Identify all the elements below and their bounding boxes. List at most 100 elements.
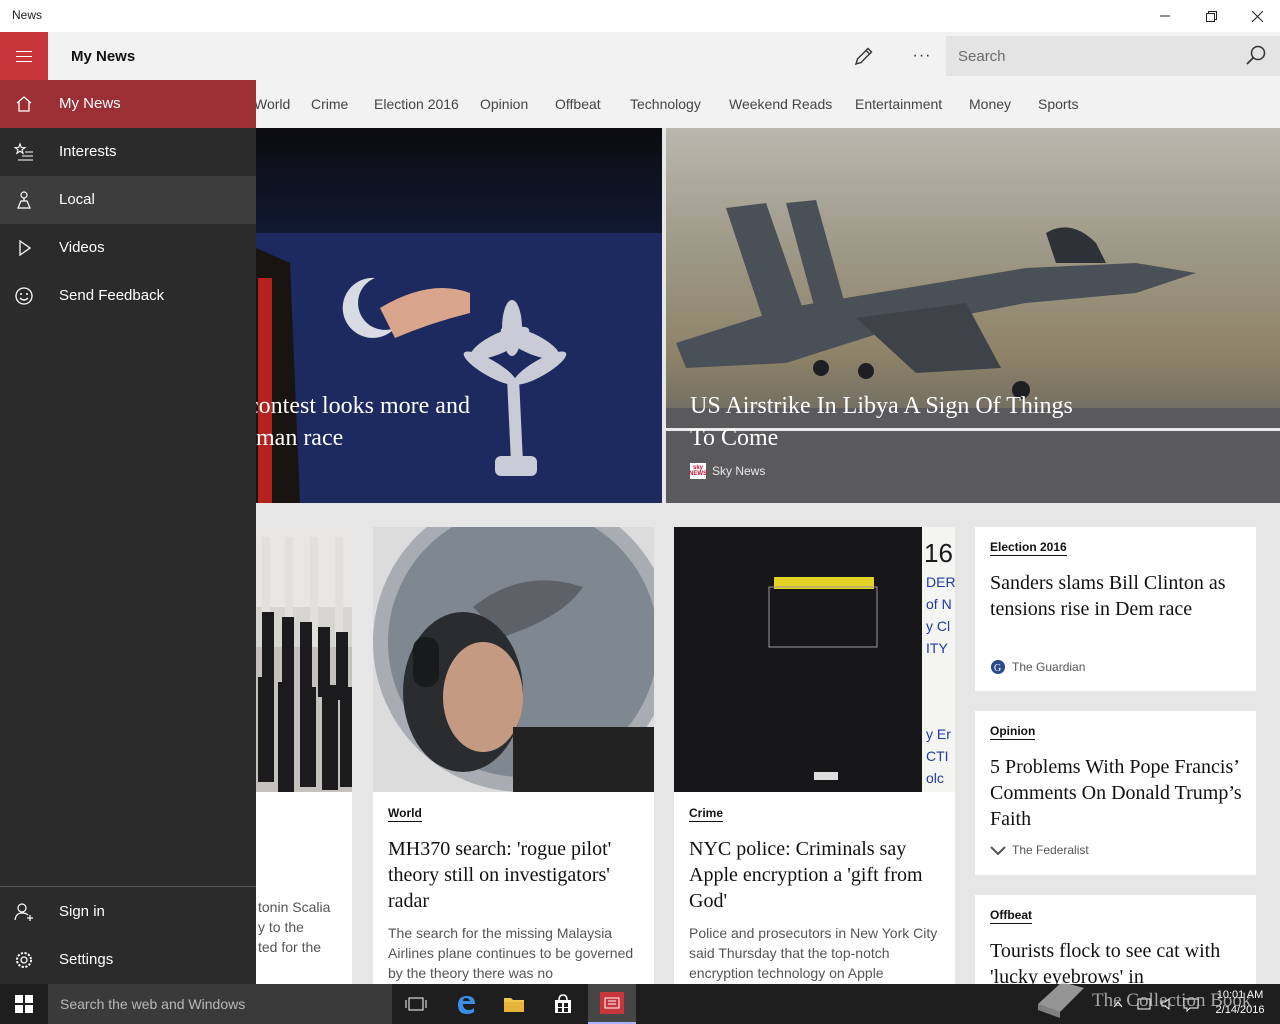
hero-1-title: contest looks more and -man race bbox=[248, 390, 470, 454]
story-card-pope[interactable]: Opinion 5 Problems With Pope Francis’ Co… bbox=[975, 711, 1256, 875]
card-1-title: MH370 search: 'rogue pilot' theory still… bbox=[388, 838, 612, 912]
category-world[interactable]: World bbox=[254, 96, 290, 112]
card-2-desc: Police and prosecutors in New York City … bbox=[689, 925, 938, 981]
category-opinion[interactable]: Opinion bbox=[480, 96, 528, 112]
svg-text:y Cl: y Cl bbox=[926, 618, 950, 634]
folder-icon bbox=[504, 998, 524, 1012]
nav-my-news[interactable]: My News bbox=[0, 80, 256, 128]
watermark-text: The Collection Book bbox=[1092, 990, 1252, 1011]
svg-text:y Er: y Er bbox=[926, 726, 951, 742]
file-explorer-button[interactable] bbox=[490, 984, 538, 1024]
category-money[interactable]: Money bbox=[969, 96, 1011, 112]
edge-icon bbox=[458, 996, 475, 1014]
edge-button[interactable] bbox=[442, 984, 490, 1024]
news-icon bbox=[600, 992, 624, 1014]
svg-text:ITY: ITY bbox=[926, 640, 948, 656]
story-card-cat[interactable]: Offbeat Tourists flock to see cat with '… bbox=[975, 895, 1256, 984]
card-5-tag[interactable]: Offbeat bbox=[990, 908, 1032, 924]
nav-label: Interests bbox=[59, 143, 117, 160]
category-weekend-reads[interactable]: Weekend Reads bbox=[729, 96, 832, 112]
card-1-image bbox=[373, 527, 654, 792]
category-technology[interactable]: Technology bbox=[630, 96, 701, 112]
store-button[interactable] bbox=[539, 984, 587, 1024]
nav-local[interactable]: Local bbox=[0, 176, 256, 224]
pane-divider bbox=[0, 886, 256, 887]
card-0-desc: tonin Scalia y to the ted for the bbox=[258, 899, 331, 955]
card-3-source-name: The Guardian bbox=[1012, 660, 1086, 674]
story-card-sanders[interactable]: Election 2016 Sanders slams Bill Clinton… bbox=[975, 527, 1256, 691]
card-5-title: Tourists flock to see cat with 'lucky ey… bbox=[990, 940, 1221, 984]
window-title: News bbox=[12, 8, 43, 22]
card-4-title: 5 Problems With Pope Francis’ Comments O… bbox=[990, 756, 1242, 830]
book-watermark-icon bbox=[1038, 982, 1084, 1018]
hero-1-title-line: contest looks more and bbox=[248, 393, 470, 419]
navigation-pane: My News Interests Local Videos Send Feed… bbox=[0, 80, 256, 984]
title-bar: News bbox=[0, 0, 1280, 32]
search-input[interactable] bbox=[946, 36, 1236, 76]
card-4-source: The Federalist bbox=[990, 843, 1089, 857]
card-1-tag[interactable]: World bbox=[388, 806, 422, 822]
close-button[interactable] bbox=[1234, 0, 1280, 32]
nav-settings[interactable]: Settings bbox=[0, 936, 256, 984]
nav-send-feedback[interactable]: Send Feedback bbox=[0, 272, 256, 320]
svg-text:of N: of N bbox=[926, 596, 952, 612]
category-offbeat[interactable]: Offbeat bbox=[555, 96, 601, 112]
smiley-icon bbox=[15, 287, 33, 305]
card-4-source-name: The Federalist bbox=[1012, 843, 1089, 857]
gear-icon bbox=[16, 952, 32, 968]
windows-logo-icon bbox=[15, 995, 33, 1013]
card-4-tag[interactable]: Opinion bbox=[990, 724, 1036, 740]
story-card-mh370[interactable]: World MH370 search: 'rogue pilot' theory… bbox=[373, 527, 654, 984]
app-header: My News ··· bbox=[0, 32, 1280, 80]
restore-button[interactable] bbox=[1188, 0, 1234, 32]
task-view-icon bbox=[405, 997, 427, 1011]
task-view-button[interactable] bbox=[392, 984, 440, 1024]
card-1-desc: The search for the missing Malaysia Airl… bbox=[388, 925, 634, 981]
page-title: My News bbox=[71, 48, 136, 65]
federalist-logo-icon bbox=[990, 846, 1006, 855]
nav-sign-in[interactable]: Sign in bbox=[0, 888, 256, 936]
nav-label: Sign in bbox=[59, 903, 105, 920]
hamburger-button[interactable] bbox=[0, 32, 48, 80]
card-3-source: G The Guardian bbox=[990, 659, 1085, 675]
minimize-button[interactable] bbox=[1142, 0, 1188, 32]
hero-2-title: US Airstrike In Libya A Sign Of Things T… bbox=[690, 390, 1073, 454]
play-icon bbox=[19, 239, 32, 257]
sky-news-logo: sky NEWS bbox=[689, 463, 707, 479]
svg-text:DER: DER bbox=[926, 574, 955, 590]
news-app-button[interactable] bbox=[588, 984, 636, 1024]
taskbar: Search the web and Windows 10:01 AM 2/14… bbox=[0, 984, 1280, 1024]
svg-text:olc: olc bbox=[926, 770, 944, 786]
restore-icon bbox=[1205, 10, 1217, 22]
taskbar-search[interactable]: Search the web and Windows bbox=[48, 984, 392, 1024]
svg-text:G: G bbox=[994, 663, 1001, 674]
nav-label: Videos bbox=[59, 239, 105, 256]
minimize-icon bbox=[1160, 15, 1170, 17]
story-card-nyc-police[interactable]: 16 DER of N y Cl ITY y Er CTI olc Crime NYC po… bbox=[674, 527, 955, 984]
more-button[interactable]: ··· bbox=[910, 44, 934, 68]
card-2-tag[interactable]: Crime bbox=[689, 806, 724, 822]
nav-label: My News bbox=[59, 95, 121, 112]
category-election-2016[interactable]: Election 2016 bbox=[374, 96, 459, 112]
edit-button[interactable] bbox=[852, 44, 876, 68]
pencil-icon bbox=[854, 47, 873, 66]
category-sports[interactable]: Sports bbox=[1038, 96, 1078, 112]
category-crime[interactable]: Crime bbox=[311, 96, 348, 112]
search-box bbox=[946, 36, 1280, 76]
card-3-title: Sanders slams Bill Clinton as tensions r… bbox=[990, 572, 1226, 620]
taskbar-search-placeholder: Search the web and Windows bbox=[60, 996, 246, 1012]
svg-text:16: 16 bbox=[924, 538, 953, 568]
nav-label: Send Feedback bbox=[59, 287, 165, 304]
start-button[interactable] bbox=[0, 984, 48, 1024]
close-icon bbox=[1251, 10, 1263, 22]
search-icon[interactable] bbox=[1244, 44, 1268, 68]
hero-2-source: sky NEWS Sky News bbox=[689, 463, 765, 479]
nav-interests[interactable]: Interests bbox=[0, 128, 256, 176]
hero-2-title-line: US Airstrike In Libya A Sign Of Things bbox=[690, 393, 1073, 419]
nav-videos[interactable]: Videos bbox=[0, 224, 256, 272]
card-3-tag[interactable]: Election 2016 bbox=[990, 540, 1067, 556]
category-entertainment[interactable]: Entertainment bbox=[855, 96, 942, 112]
store-icon bbox=[555, 994, 571, 1013]
guardian-logo-icon: G bbox=[991, 660, 1005, 674]
hero-story-2[interactable]: US Airstrike In Libya A Sign Of Things T… bbox=[666, 128, 1280, 503]
